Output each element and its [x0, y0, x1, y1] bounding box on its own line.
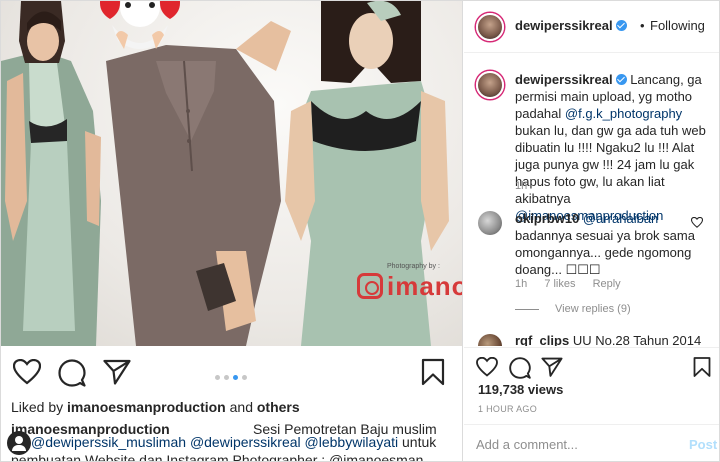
- share-icon[interactable]: [541, 357, 563, 377]
- third-comment-text: rqf_clips UU No.28 Tahun 2014: [515, 333, 701, 346]
- comment-icon[interactable]: [509, 357, 531, 379]
- reply-comment-meta: 1h 7 likes Reply: [515, 278, 635, 290]
- instagram-logo-icon: [357, 273, 383, 299]
- liked-by-prefix: Liked by: [11, 399, 64, 415]
- heart-icon[interactable]: [476, 357, 498, 377]
- verified-badge-icon: [615, 74, 627, 85]
- bookmark-icon[interactable]: [693, 356, 711, 378]
- comment-input[interactable]: Add a comment...: [476, 437, 578, 452]
- carousel-dot-active: [233, 375, 238, 380]
- watermark-name: imanoe: [387, 271, 462, 301]
- bookmark-icon[interactable]: [421, 358, 445, 386]
- liked-by-line[interactable]: Liked by imanoesmanproduction and others: [11, 399, 300, 415]
- header-username-text: dewiperssikreal: [515, 18, 613, 33]
- heart-icon[interactable]: [13, 359, 41, 385]
- post-photo[interactable]: Photography by : imanoe: [1, 1, 462, 346]
- liked-by-joiner: and: [229, 399, 253, 415]
- comment-body: UU No.28 Tahun 2014: [572, 333, 702, 346]
- main-comment-text: dewiperssikreal Lancang, ga permisi main…: [515, 71, 715, 224]
- mobile-post: Photography by : imanoe Liked by: [1, 1, 463, 462]
- liked-by-others[interactable]: others: [257, 399, 300, 415]
- comment-icon[interactable]: [58, 359, 86, 387]
- carousel-dot: [242, 375, 247, 380]
- comment-username[interactable]: okiprbw10: [515, 211, 579, 226]
- header-username[interactable]: dewiperssikreal: [515, 18, 627, 33]
- comment-body-b: bukan lu, dan gw ga ada tuh web dibuatin…: [515, 123, 706, 206]
- post-header: dewiperssikreal • Following: [464, 1, 719, 53]
- reply-comment-text: okiprbw10 @arrahaiban badannya sesuai ya…: [515, 210, 695, 278]
- comment-body: badannya sesuai ya brok sama omongannya.…: [515, 228, 695, 277]
- post-timestamp[interactable]: 1 HOUR AGO: [478, 404, 537, 414]
- carousel-dot: [224, 375, 229, 380]
- header-separator: •: [640, 18, 645, 33]
- comment-timestamp[interactable]: 1h: [515, 180, 527, 192]
- screenshot-frame: Photography by : imanoe Liked by: [0, 0, 720, 462]
- avatar[interactable]: [476, 71, 504, 99]
- add-comment-bar: Add a comment... Post: [464, 424, 719, 461]
- emoji-glyphs: ☐☐☐: [565, 262, 601, 277]
- comment-username[interactable]: dewiperssikreal: [515, 72, 613, 87]
- avatar[interactable]: [478, 334, 502, 346]
- panel-action-bar: [464, 347, 719, 387]
- share-icon[interactable]: [103, 359, 131, 385]
- carousel-dot: [215, 375, 220, 380]
- comment-mention[interactable]: @f.g.k_photography: [565, 106, 682, 121]
- comment-mention[interactable]: @arrahaiban: [583, 211, 658, 226]
- liked-by-user[interactable]: imanoesmanproduction: [67, 399, 226, 415]
- carousel-indicator: [215, 367, 251, 385]
- caption-mention[interactable]: @dewiperssik_muslimah: [31, 434, 186, 450]
- avatar[interactable]: [478, 211, 502, 235]
- post-comment-button[interactable]: Post: [689, 437, 717, 452]
- profile-avatar-icon[interactable]: [7, 431, 31, 455]
- watermark-caption: Photography by :: [387, 263, 440, 270]
- verified-badge-icon: [615, 20, 627, 31]
- third-comment: rqf_clips UU No.28 Tahun 2014: [464, 331, 719, 346]
- reply-button[interactable]: Reply: [593, 278, 621, 290]
- comment-username[interactable]: rqf_clips: [515, 333, 569, 346]
- caption-line-1-text: Sesi Pemotretan Baju muslim: [253, 421, 437, 437]
- view-replies-button[interactable]: View replies (9): [515, 303, 631, 315]
- model-middle-figure: [100, 1, 291, 346]
- view-count[interactable]: 119,738 views: [478, 382, 563, 397]
- photo-watermark: Photography by : imanoe: [357, 263, 462, 305]
- comments-panel: dewiperssikreal • Following dewiperssikr…: [464, 1, 719, 461]
- following-button[interactable]: Following: [650, 18, 705, 33]
- like-comment-heart-icon[interactable]: [691, 217, 703, 228]
- comment-likes[interactable]: 7 likes: [544, 278, 575, 290]
- comment-timestamp[interactable]: 1h: [515, 278, 527, 290]
- avatar[interactable]: [476, 13, 504, 41]
- caption-line-3: pembuatan Website dan Instagram Photogra…: [11, 452, 424, 462]
